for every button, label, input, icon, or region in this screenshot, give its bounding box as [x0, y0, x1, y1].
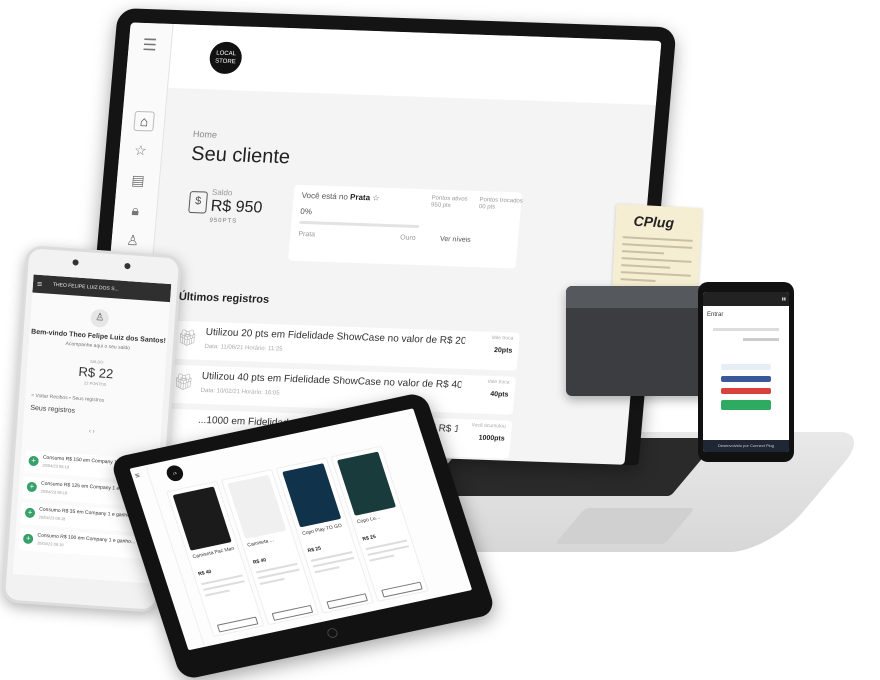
pager[interactable]: ‹ ›: [74, 428, 109, 440]
record-date: Data: 11/06/21 Horário: 11:25: [204, 344, 283, 353]
receipt-printer: [566, 286, 716, 396]
plus-icon: +: [25, 508, 36, 519]
wallet-icon: $: [188, 191, 208, 214]
buy-button[interactable]: [326, 593, 368, 609]
buy-button[interactable]: [272, 605, 314, 621]
item-date: 20/04/23 08:18: [37, 540, 64, 547]
breadcrumb[interactable]: < Voltar Recibos • Seus registros: [31, 393, 104, 404]
menu-icon[interactable]: ≡: [37, 279, 43, 289]
product-price: R$ 40: [252, 557, 267, 566]
balance-label: Saldo: [212, 188, 233, 198]
user-icon[interactable]: ♙: [123, 231, 143, 250]
breadcrumb[interactable]: Home: [193, 129, 218, 140]
login-link[interactable]: [743, 338, 779, 341]
status-bar: ▮▮: [703, 292, 789, 306]
product-price: R$ 40: [197, 569, 212, 578]
record-points: 40pts: [490, 391, 509, 399]
tier-progress-text: 0%: [300, 207, 312, 216]
login-title: Entrar: [707, 312, 723, 318]
record-row[interactable]: 🎁︎ Utilizou 40 pts em Fidelidade ShowCas…: [164, 365, 516, 415]
points-active: Pontos ativos 950 pts: [431, 195, 468, 210]
record-kind: Vale troca: [491, 335, 514, 342]
store-logo: LS: [165, 464, 186, 483]
product-image: [227, 475, 286, 539]
star-icon[interactable]: ☆: [131, 141, 151, 160]
item-date: 20/04/23 08:18: [42, 463, 69, 470]
gift-icon: 🎁︎: [173, 374, 193, 393]
record-date: Data: 10/02/21 Horário: 16:05: [200, 388, 279, 397]
tier-card: Você está no Prata ☆ 0% Prata Ouro Ponto…: [288, 185, 522, 269]
login-facebook-button[interactable]: [721, 376, 771, 382]
product-image: [282, 463, 341, 527]
records-title: Últimos registros: [178, 291, 269, 306]
login-email-button[interactable]: [721, 364, 771, 370]
buy-button[interactable]: [381, 582, 423, 598]
record-kind: Vale troca: [487, 379, 510, 386]
menu-icon[interactable]: ☰: [140, 37, 160, 56]
product-desc: [201, 574, 248, 600]
balance-points: 950PTS: [209, 218, 237, 225]
avatar[interactable]: ♙: [90, 309, 109, 328]
record-kind: Você acumulou: [471, 422, 506, 429]
buy-button[interactable]: [217, 617, 259, 633]
tier-levels-link[interactable]: Ver níveis: [440, 236, 471, 244]
receipt-lines: [620, 236, 692, 289]
login-google-button[interactable]: [721, 388, 771, 394]
product-image: [173, 486, 232, 550]
balance-value: R$ 950: [210, 198, 263, 218]
product-price: R$ 25: [307, 546, 322, 555]
printer-lid: [566, 286, 716, 308]
points-used: Pontos trocados 00 pts: [478, 197, 522, 213]
gift-icon: 🎁︎: [176, 330, 196, 349]
app-header: [167, 24, 661, 105]
receipt-brand: CPlug: [633, 213, 674, 231]
menu-icon[interactable]: ≡: [134, 471, 141, 481]
tier-progress-bar: [299, 221, 419, 228]
records-title: Seus registros: [30, 405, 75, 415]
plus-icon: +: [23, 533, 34, 544]
record-row[interactable]: 🎁︎ Utilizou 20 pts em Fidelidade ShowCas…: [167, 321, 519, 371]
receipt-icon[interactable]: ▤: [128, 171, 148, 190]
record-desc: Utilizou 40 pts em Fidelidade ShowCase n…: [201, 371, 461, 391]
tier-to: Ouro: [400, 234, 416, 242]
home-icon[interactable]: ⌂: [133, 111, 155, 132]
tier-from: Prata: [298, 231, 315, 239]
record-points: 20pts: [494, 347, 513, 355]
product-desc: [311, 551, 358, 577]
phone-right: ▮▮ Entrar Desenvolvido por Connect Plug: [698, 282, 794, 462]
item-date: 20/04/23 08:18: [39, 515, 66, 522]
lock-icon[interactable]: 🔒︎: [126, 201, 146, 220]
plus-icon: +: [26, 482, 37, 493]
product-image: [337, 452, 396, 516]
record-desc: Utilizou 20 pts em Fidelidade ShowCase n…: [205, 327, 465, 347]
camera-icon: [72, 259, 78, 265]
plus-icon: +: [28, 456, 39, 467]
sensor-icon: [124, 263, 130, 269]
product-price: R$ 25: [362, 534, 377, 543]
list-item[interactable]: + Consumo R$ 100 em Company 1 e ganho...…: [18, 528, 149, 559]
tablet-screen: ≡ LS Camiseta Pac Man R$ 40 Camiseta ...…: [129, 408, 472, 650]
product-desc: [256, 563, 303, 589]
phone-right-screen: ▮▮ Entrar Desenvolvido por Connect Plug: [703, 292, 789, 452]
user-header: THEO FELIPE LUIZ DOS S...: [32, 275, 171, 303]
product-desc: [366, 540, 413, 566]
page-title: Seu cliente: [190, 143, 291, 169]
laptop-screen: ☰ ⌂ ☆ ▤ 🔒︎ ♙ LOCALSTORE Home Seu cliente…: [94, 22, 662, 464]
app-footer: Desenvolvido por Connect Plug: [703, 440, 789, 452]
login-text: [713, 328, 779, 331]
tier-status: Você está no Prata ☆: [301, 191, 380, 203]
item-date: 20/04/23 08:18: [40, 489, 67, 496]
record-points: 1000pts: [478, 435, 505, 443]
login-phone-button[interactable]: [721, 400, 771, 410]
home-button[interactable]: [326, 627, 339, 639]
